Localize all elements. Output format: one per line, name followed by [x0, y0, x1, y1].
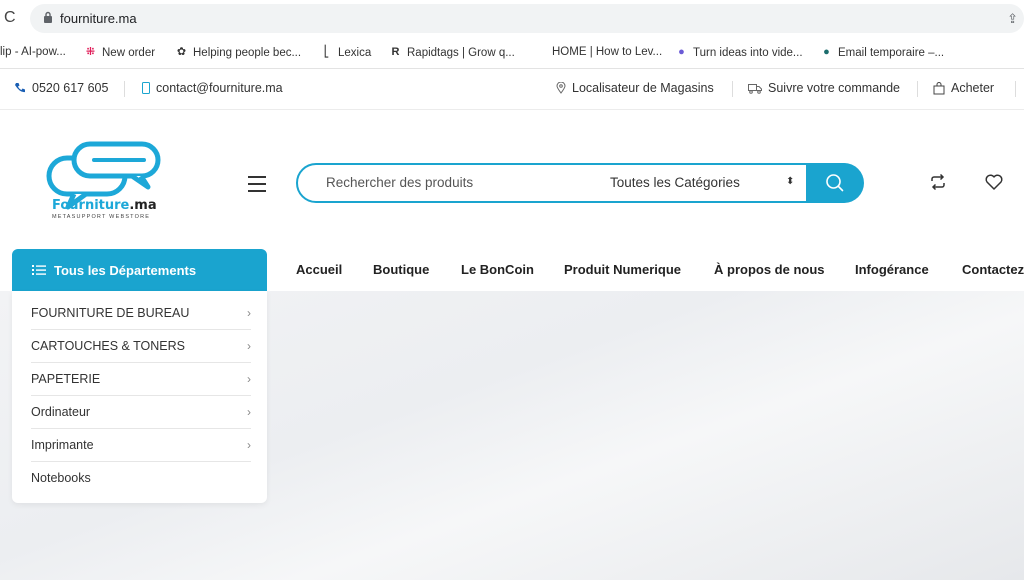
dept-item-label: FOURNITURE DE BUREAU [31, 306, 190, 320]
shopping-bag-icon [933, 81, 945, 94]
all-departments-button[interactable]: Tous les Départements [12, 249, 267, 291]
store-locator-link[interactable]: Localisateur de Magasins [556, 81, 714, 95]
logo-tld: .ma [129, 198, 157, 213]
nav-boutique[interactable]: Boutique [373, 262, 429, 277]
nav-le-boncoin[interactable]: Le BonCoin [461, 262, 534, 277]
top-info-bar: 0520 617 605 contact@fourniture.ma Local… [0, 69, 1024, 110]
logo-tagline: METASUPPORT WEBSTORE [52, 214, 151, 220]
logo-brand: Fourniture [52, 198, 130, 213]
divider [1015, 81, 1016, 97]
select-arrows-icon[interactable]: ⬍ [786, 176, 794, 187]
bookmark-item[interactable]: ⎣ Lexica [320, 46, 372, 59]
bookmark-label: Email temporaire –... [838, 46, 945, 59]
divider [124, 81, 125, 97]
nav-infogerance[interactable]: Infogérance [855, 262, 929, 277]
bookmark-label: New order [102, 46, 156, 59]
dept-item-notebooks[interactable]: Notebooks [31, 462, 251, 495]
url-field[interactable]: fourniture.ma ⇪ [30, 4, 1024, 33]
bookmark-item[interactable]: ✿ Helping people bec... [175, 46, 301, 59]
email-link[interactable]: contact@fourniture.ma [142, 81, 283, 95]
search-input[interactable] [326, 175, 586, 190]
compare-icon[interactable] [928, 172, 948, 192]
email-address: contact@fourniture.ma [156, 81, 283, 95]
phone-number: 0520 617 605 [32, 81, 109, 95]
store-locator-label: Localisateur de Magasins [572, 81, 714, 95]
chevron-right-icon: › [247, 306, 251, 320]
openai-icon: ✿ [176, 46, 187, 58]
bookmark-label: lip - AI-pow... [0, 46, 66, 58]
phone-link[interactable]: 0520 617 605 [14, 81, 108, 95]
search-bar: Toutes les Catégories ⬍ [296, 163, 864, 203]
list-icon [32, 265, 46, 275]
track-order-label: Suivre votre commande [768, 81, 901, 95]
dept-item-fourniture-de-bureau[interactable]: FOURNITURE DE BUREAU › [31, 297, 251, 330]
share-icon[interactable]: ⇪ [1007, 11, 1018, 27]
bookmark-item[interactable]: lip - AI-pow... [0, 46, 66, 58]
bookmark-item[interactable]: HOME | How to Lev... [552, 46, 662, 58]
bookmark-label: Lexica [338, 46, 372, 59]
dept-item-ordinateur[interactable]: Ordinateur › [31, 396, 251, 429]
track-order-link[interactable]: Suivre votre commande [748, 81, 900, 95]
truck-icon [748, 83, 762, 94]
nav-a-propos[interactable]: À propos de nous [714, 262, 825, 277]
slack-icon: ⁜ [85, 46, 96, 58]
dept-item-papeterie[interactable]: PAPETERIE › [31, 363, 251, 396]
shop-link[interactable]: Acheter [933, 81, 994, 95]
nav-produit-numerique[interactable]: Produit Numerique [564, 262, 681, 277]
nav-accueil[interactable]: Accueil [296, 262, 342, 277]
shop-label: Acheter [951, 81, 995, 95]
video-icon: ● [678, 46, 685, 58]
dept-item-label: PAPETERIE [31, 372, 101, 386]
category-select[interactable]: Toutes les Catégories [610, 175, 740, 190]
heart-icon[interactable] [984, 172, 1004, 192]
chevron-right-icon: › [247, 438, 251, 452]
map-pin-icon [556, 82, 566, 94]
chevron-right-icon: › [247, 405, 251, 419]
logo-wordmark: Fourniture.ma [52, 198, 157, 213]
browser-address-bar: C fourniture.ma ⇪ [0, 0, 1024, 38]
phone-icon [15, 83, 25, 93]
email-icon: ● [823, 46, 830, 58]
bookmark-item[interactable]: ⁜ New order [84, 46, 155, 59]
url-text: fourniture.ma [60, 11, 137, 26]
dept-item-label: Notebooks [31, 471, 91, 485]
departments-menu: FOURNITURE DE BUREAU › CARTOUCHES & TONE… [12, 291, 267, 503]
bookmark-item[interactable]: ● Email temporaire –... [820, 46, 944, 59]
bookmark-item[interactable]: ● Turn ideas into vide... [675, 46, 803, 59]
departments-title: Tous les Départements [54, 262, 197, 278]
dept-item-imprimante[interactable]: Imprimante › [31, 429, 251, 462]
dept-item-label: Imprimante [31, 438, 94, 452]
dept-item-label: CARTOUCHES & TONERS [31, 339, 185, 353]
bookmarks-bar: lip - AI-pow... ⁜ New order ✿ Helping pe… [0, 38, 1024, 69]
nav-contactez[interactable]: Contactez [962, 262, 1024, 277]
divider [917, 81, 918, 97]
bookmark-label: HOME | How to Lev... [552, 46, 663, 58]
reload-icon[interactable]: C [4, 9, 16, 27]
bookmark-item[interactable]: R Rapidtags | Grow q... [389, 46, 515, 59]
dept-item-cartouches-toners[interactable]: CARTOUCHES & TONERS › [31, 330, 251, 363]
hamburger-menu-icon[interactable] [248, 176, 266, 192]
mobile-icon [142, 82, 150, 94]
divider [732, 81, 733, 97]
chevron-right-icon: › [247, 372, 251, 386]
dept-item-label: Ordinateur [31, 405, 91, 419]
bookmark-label: Helping people bec... [193, 46, 302, 59]
rapidtags-icon: R [391, 46, 400, 58]
chevron-right-icon: › [247, 339, 251, 353]
bookmark-label: Turn ideas into vide... [693, 46, 803, 59]
bookmark-label: Rapidtags | Grow q... [407, 46, 515, 59]
search-icon [826, 174, 844, 192]
search-button[interactable] [806, 163, 864, 203]
lock-icon [44, 11, 52, 23]
lexica-icon: ⎣ [323, 46, 330, 58]
